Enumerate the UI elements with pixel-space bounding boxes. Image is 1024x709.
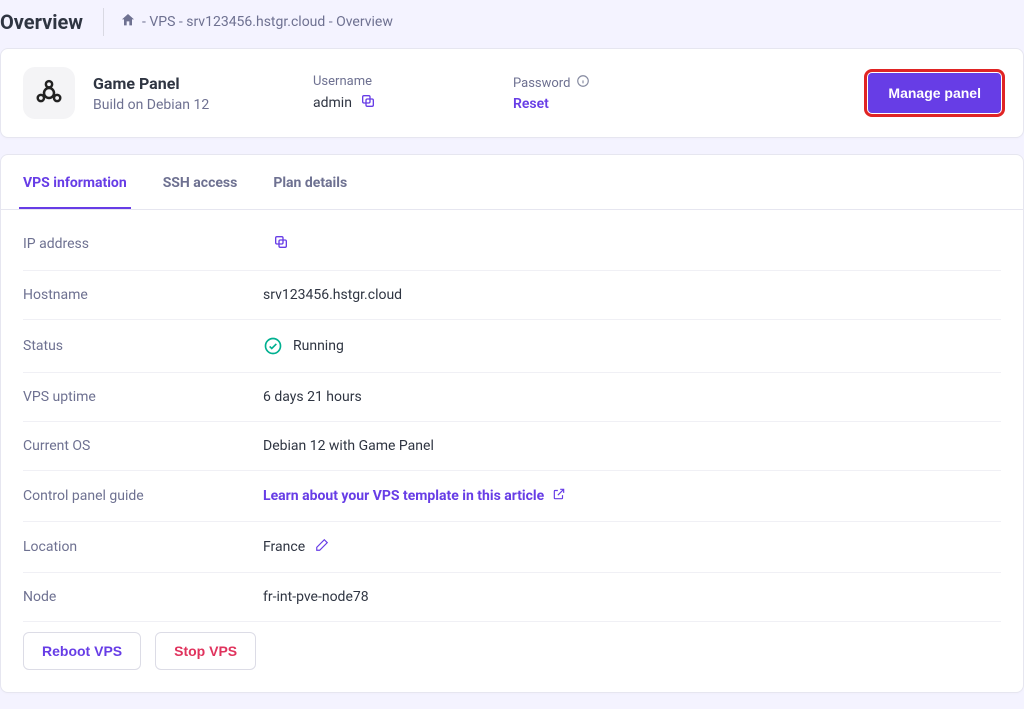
row-uptime: VPS uptime 6 days 21 hours: [23, 373, 1001, 422]
info-icon[interactable]: [576, 74, 590, 92]
panel-icon: [23, 67, 75, 119]
panel-summary-card: Game Panel Build on Debian 12 Username a…: [0, 48, 1024, 138]
os-value: Debian 12 with Game Panel: [263, 438, 434, 454]
tabs: VPS information SSH access Plan details: [1, 155, 1023, 210]
row-os: Current OS Debian 12 with Game Panel: [23, 422, 1001, 471]
hostname-label: Hostname: [23, 287, 263, 303]
row-location: Location France: [23, 522, 1001, 573]
page-title: Overview: [0, 10, 103, 34]
username-value: admin: [313, 95, 352, 111]
os-label: Current OS: [23, 438, 263, 454]
external-link-icon: [552, 487, 566, 505]
manage-panel-button[interactable]: Manage panel: [868, 73, 1001, 113]
guide-link[interactable]: Learn about your VPS template in this ar…: [263, 487, 566, 505]
node-label: Node: [23, 589, 263, 605]
reboot-vps-button[interactable]: Reboot VPS: [23, 632, 141, 670]
vps-info-card: VPS information SSH access Plan details …: [0, 154, 1024, 693]
breadcrumb[interactable]: - VPS - srv123456.hstgr.cloud - Overview: [120, 12, 393, 32]
tab-plan-details[interactable]: Plan details: [269, 155, 351, 209]
stop-vps-button[interactable]: Stop VPS: [155, 632, 256, 670]
home-icon[interactable]: [120, 12, 136, 32]
status-value: Running: [293, 338, 344, 354]
copy-icon[interactable]: [273, 234, 289, 254]
panel-subtitle: Build on Debian 12: [93, 97, 313, 113]
divider: [103, 8, 104, 36]
status-running-icon: [263, 336, 283, 356]
row-node: Node fr-int-pve-node78: [23, 573, 1001, 622]
row-guide: Control panel guide Learn about your VPS…: [23, 471, 1001, 522]
location-label: Location: [23, 539, 263, 555]
tab-vps-information[interactable]: VPS information: [19, 155, 131, 209]
guide-link-text: Learn about your VPS template in this ar…: [263, 488, 544, 504]
row-ip-address: IP address: [23, 218, 1001, 271]
uptime-value: 6 days 21 hours: [263, 389, 362, 405]
panel-title: Game Panel: [93, 74, 313, 93]
guide-label: Control panel guide: [23, 488, 263, 504]
row-status: Status Running: [23, 320, 1001, 373]
node-value: fr-int-pve-node78: [263, 589, 369, 605]
tab-ssh-access[interactable]: SSH access: [159, 155, 242, 209]
username-label: Username: [313, 74, 513, 89]
status-label: Status: [23, 338, 263, 354]
uptime-label: VPS uptime: [23, 389, 263, 405]
location-value: France: [263, 539, 305, 555]
password-label: Password: [513, 76, 570, 91]
ip-label: IP address: [23, 236, 263, 252]
edit-icon[interactable]: [315, 538, 329, 556]
copy-icon[interactable]: [360, 93, 376, 113]
reset-password-link[interactable]: Reset: [513, 96, 549, 112]
row-hostname: Hostname srv123456.hstgr.cloud: [23, 271, 1001, 320]
breadcrumb-text: - VPS - srv123456.hstgr.cloud - Overview: [142, 14, 393, 30]
hostname-value: srv123456.hstgr.cloud: [263, 287, 402, 303]
